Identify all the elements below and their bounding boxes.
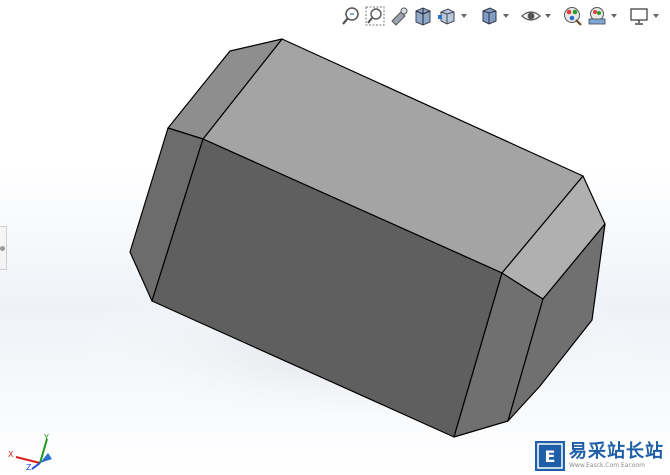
display-style-icon <box>482 7 497 25</box>
watermark-logo-icon: E <box>537 443 563 469</box>
apply-scene-dropdown[interactable] <box>610 5 618 27</box>
previous-view-button[interactable] <box>388 5 410 27</box>
view-settings-button[interactable] <box>628 5 650 27</box>
site-watermark: E 易采站长站 Www.Easck.Com Eacoom <box>533 439 670 473</box>
view-orientation-button[interactable] <box>436 5 458 27</box>
graphics-viewport[interactable] <box>0 0 670 473</box>
reference-triad: X Y Z <box>2 433 62 472</box>
triad-y-label: Y <box>43 433 49 442</box>
zoom-to-area-icon <box>365 6 385 26</box>
model-canvas[interactable] <box>0 0 670 473</box>
chevron-down-icon <box>545 14 551 18</box>
watermark-url: Www.Easck.Com Eacoom <box>569 462 645 469</box>
watermark-logo: E <box>535 441 565 471</box>
zoom-to-fit-icon <box>342 7 359 25</box>
watermark-text: 易采站长站 Www.Easck.Com Eacoom <box>569 442 664 470</box>
chevron-down-icon <box>461 14 467 18</box>
watermark-logo-letter: E <box>545 447 556 466</box>
triad-z-label: Z <box>26 463 32 471</box>
chevron-down-icon <box>503 14 509 18</box>
hide-show-items-dropdown[interactable] <box>544 5 552 27</box>
zoom-to-fit-button[interactable] <box>340 5 362 27</box>
view-orientation-dropdown[interactable] <box>460 5 468 27</box>
previous-view-icon <box>391 7 408 26</box>
apply-scene-icon <box>588 7 606 25</box>
triad-z-axis <box>31 462 41 470</box>
apply-scene-button[interactable] <box>586 5 608 27</box>
display-style-button[interactable] <box>478 5 500 27</box>
view-settings-dropdown[interactable] <box>652 5 660 27</box>
chevron-down-icon <box>653 14 659 18</box>
hide-show-items-icon <box>521 11 541 21</box>
heads-up-view-toolbar <box>340 3 660 29</box>
view-settings-icon <box>630 8 648 25</box>
section-view-button[interactable] <box>412 5 434 27</box>
zoom-to-area-button[interactable] <box>364 5 386 27</box>
display-style-dropdown[interactable] <box>502 5 510 27</box>
hide-show-items-button[interactable] <box>520 5 542 27</box>
edit-appearance-button[interactable] <box>562 5 584 27</box>
watermark-title: 易采站长站 <box>569 441 664 462</box>
chevron-down-icon <box>611 14 617 18</box>
panel-collapse-handle[interactable] <box>0 226 7 270</box>
section-view-icon <box>415 7 431 26</box>
view-orientation-icon <box>438 8 455 25</box>
handle-grip-icon <box>0 246 5 251</box>
edit-appearance-icon <box>564 7 582 26</box>
triad-x-label: X <box>8 450 14 459</box>
